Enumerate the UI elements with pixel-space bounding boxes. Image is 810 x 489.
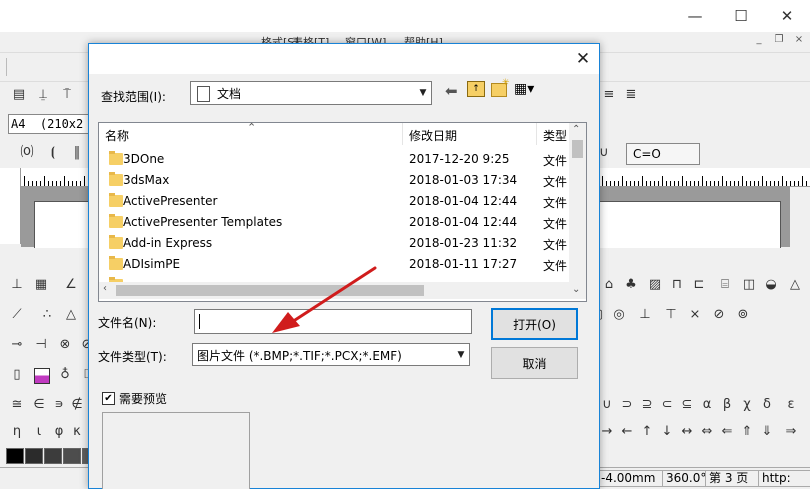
arrow-shaft xyxy=(290,266,377,324)
annotation-arrow xyxy=(272,266,377,333)
arrow-head xyxy=(272,312,300,333)
